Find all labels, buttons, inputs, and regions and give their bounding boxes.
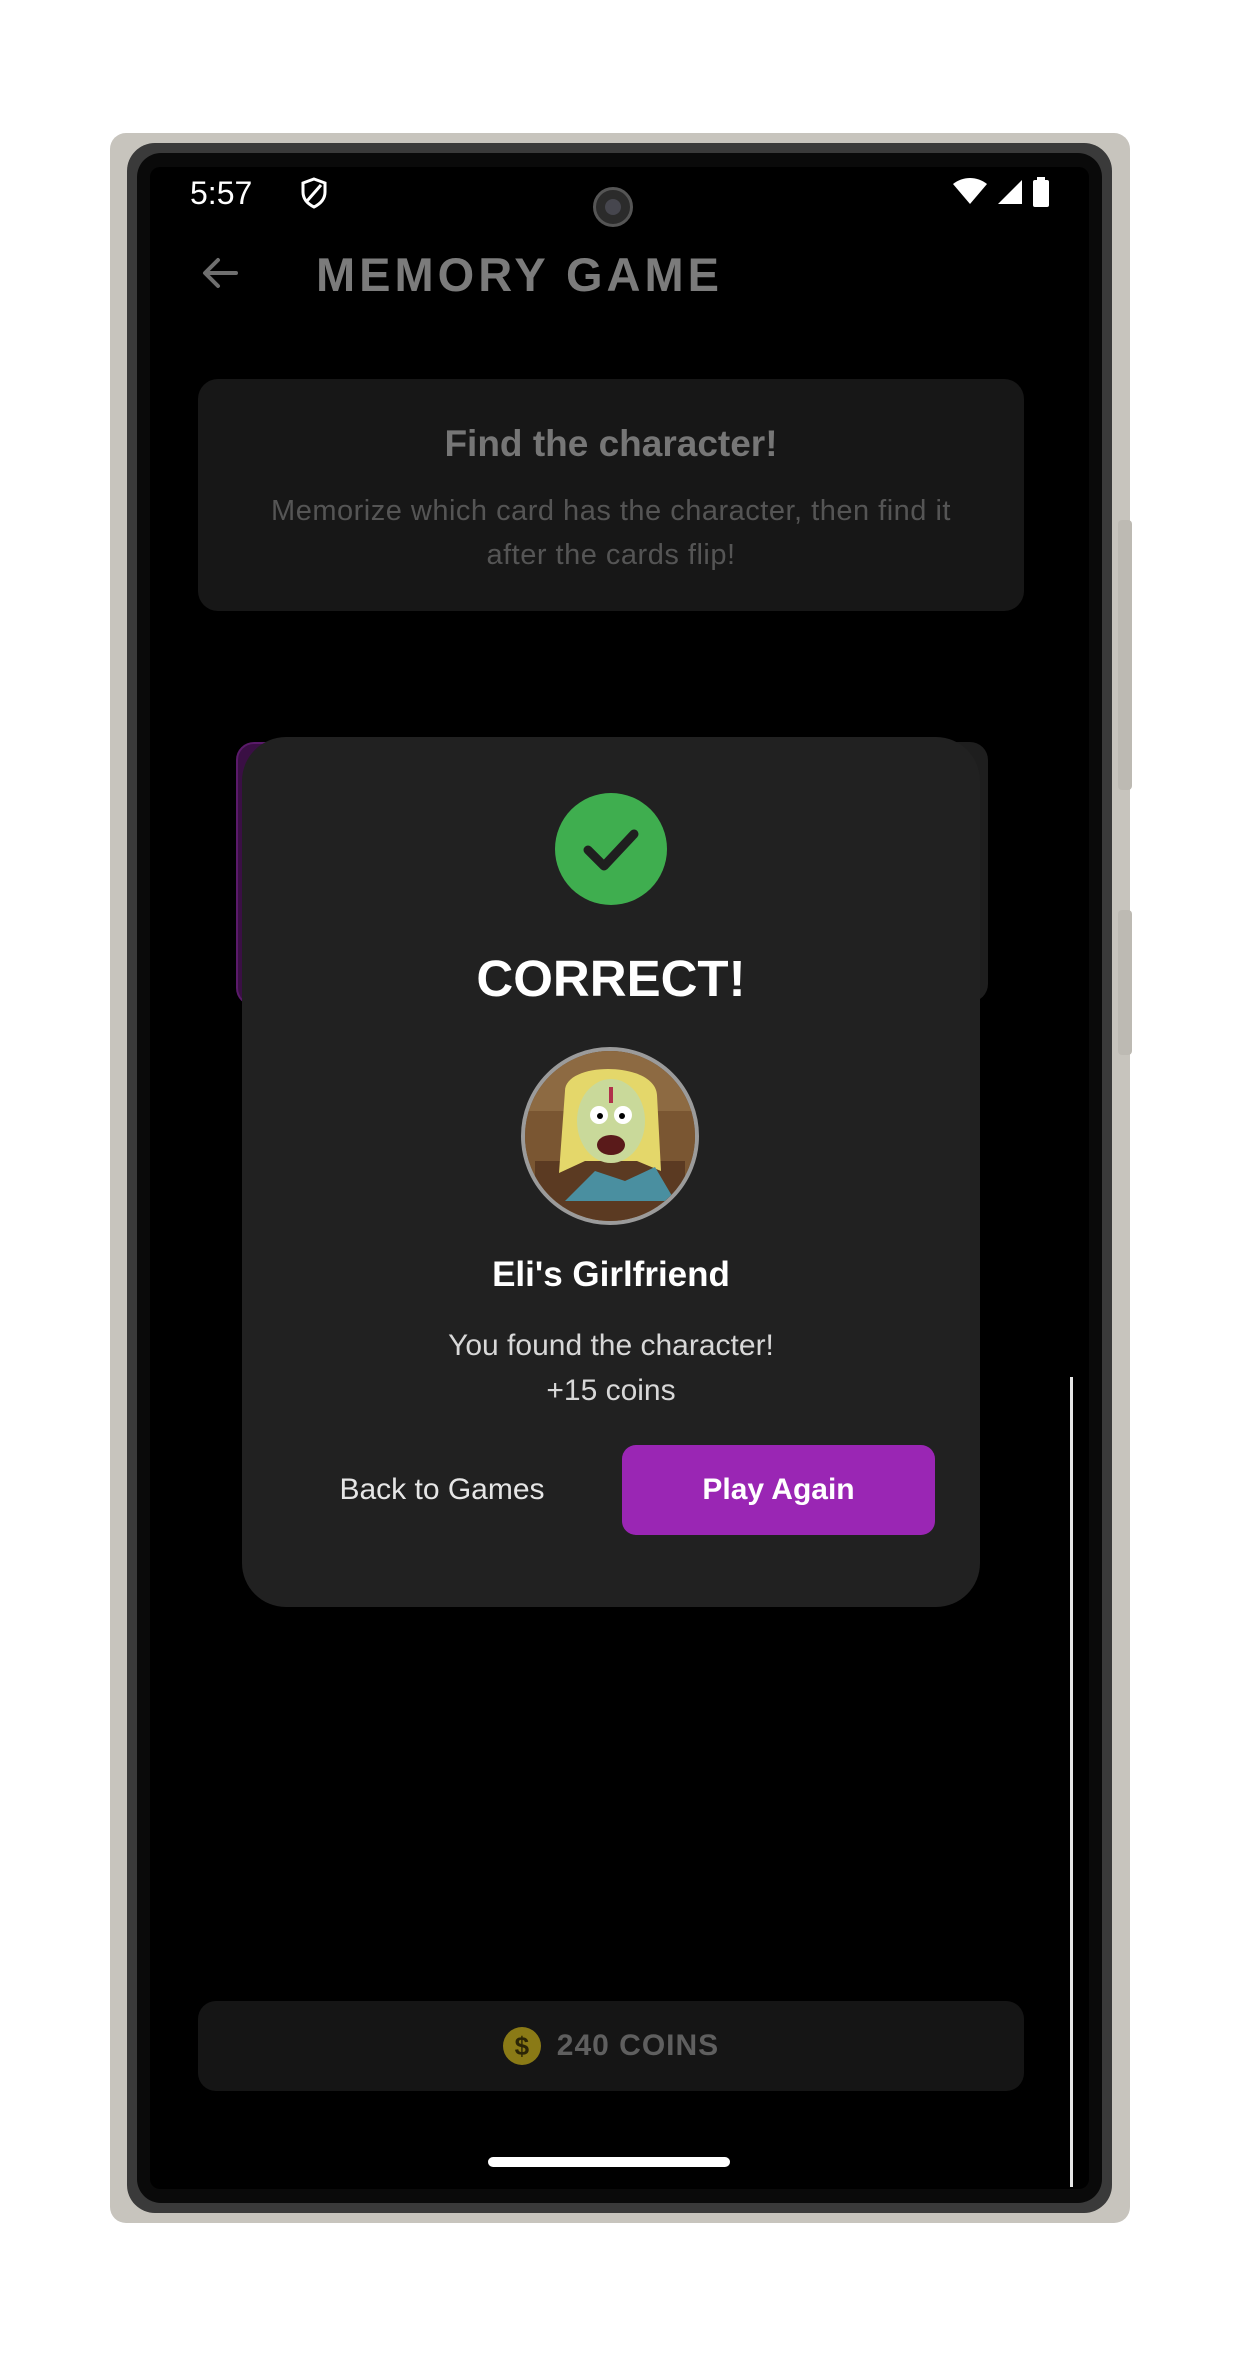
dollar-coin-icon: $ (502, 2027, 541, 2065)
reward-text: +15 coins (546, 1374, 676, 1407)
character-avatar (521, 1047, 699, 1225)
back-to-games-button[interactable]: Back to Games (322, 1445, 562, 1535)
character-name: Eli's Girlfriend (492, 1255, 730, 1294)
back-button[interactable] (190, 245, 250, 305)
volume-button (1118, 520, 1132, 790)
home-indicator[interactable] (488, 2157, 730, 2167)
front-camera (593, 187, 633, 227)
result-message-line: You found the character! (448, 1329, 774, 1362)
result-title: CORRECT! (476, 950, 746, 1007)
battery-icon (1032, 177, 1050, 212)
scrollbar (1070, 1377, 1073, 2187)
system-icons (952, 177, 1050, 212)
phone-screen: 5:57 MEMORY GAME Find the character! Mem… (150, 167, 1089, 2189)
play-again-button[interactable]: Play Again (622, 1445, 935, 1535)
coins-label: 240 COINS (556, 2029, 720, 2062)
signal-icon (996, 178, 1024, 211)
arrow-left-icon (200, 253, 240, 298)
instructions-card: Find the character! Memorize which card … (198, 379, 1024, 611)
check-circle-icon (555, 793, 667, 905)
power-button (1118, 910, 1132, 1055)
instructions-title: Find the character! (444, 423, 778, 464)
instructions-text: Memorize which card has the character, t… (271, 495, 951, 571)
coins-balance: $ 240 COINS (198, 2001, 1024, 2091)
result-message: You found the character! +15 coins (242, 1323, 980, 1413)
result-dialog: CORRECT! Eli's Girlfriend You found the … (242, 737, 980, 1607)
shield-icon (300, 177, 328, 214)
page-title: MEMORY GAME (316, 248, 723, 301)
wifi-icon (952, 178, 988, 211)
status-time: 5:57 (190, 175, 253, 211)
